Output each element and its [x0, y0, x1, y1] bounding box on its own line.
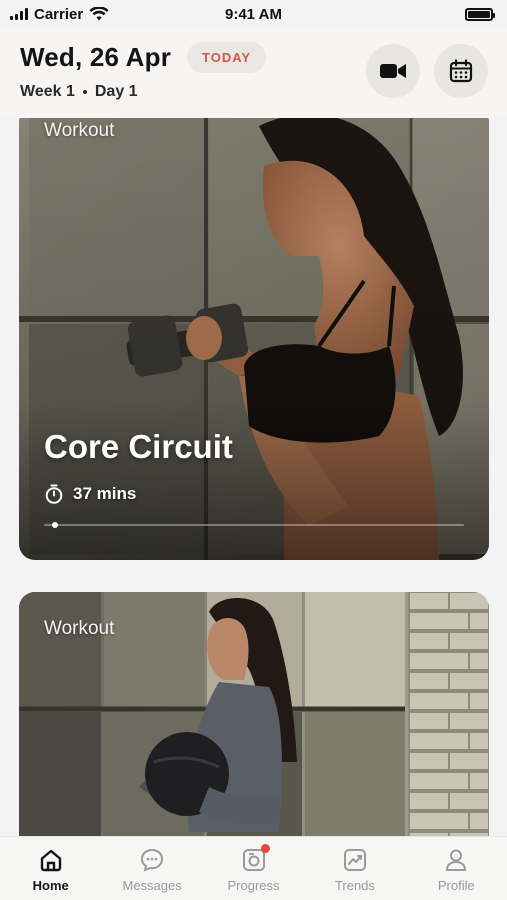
card-category: Workout: [44, 618, 115, 639]
workout-card[interactable]: Workout Core Circuit 37 mins: [19, 118, 489, 560]
home-icon: [40, 849, 61, 872]
card-category: Workout: [44, 120, 115, 141]
tab-label: Messages: [122, 878, 182, 893]
tab-trends[interactable]: Trends: [304, 837, 405, 900]
signal-icon: [10, 8, 28, 20]
tab-label: Trends: [334, 878, 375, 893]
chat-bubble-icon: [141, 848, 164, 872]
progress-bar: [44, 522, 464, 528]
day-label: Day 1: [94, 83, 138, 100]
calendar-button[interactable]: [434, 44, 488, 98]
date-title: Wed, 26 Apr: [20, 42, 172, 72]
person-icon: [446, 849, 467, 871]
duration-label: 37 mins: [73, 484, 137, 503]
tab-label: Progress: [227, 878, 280, 893]
separator-dot: [82, 90, 87, 94]
video-button[interactable]: [366, 44, 420, 98]
carrier-label: Carrier: [34, 5, 84, 23]
card-title: Core Circuit: [44, 428, 233, 465]
clock: 9:41 AM: [225, 5, 282, 23]
week-label: Week 1: [20, 83, 75, 100]
tab-profile[interactable]: Profile: [406, 837, 507, 900]
progress-icon-wrap: [241, 844, 270, 873]
tab-label: Home: [32, 878, 69, 893]
video-camera-icon: [380, 64, 406, 78]
status-left: Carrier: [10, 6, 109, 23]
today-button[interactable]: TODAY: [187, 42, 267, 73]
date-row: Wed, 26 Apr TODAY: [20, 42, 267, 73]
battery-icon: [465, 7, 495, 21]
trend-chart-icon: [343, 849, 366, 871]
tab-home[interactable]: Home: [0, 837, 101, 900]
tab-messages[interactable]: Messages: [101, 837, 202, 900]
workout-feed[interactable]: Workout Core Circuit 37 mins Workout: [0, 118, 507, 836]
header: Wed, 26 Apr TODAY Week 1 Day 1: [0, 28, 507, 118]
tab-bar: Home Messages Progress Trends Profile: [0, 836, 507, 900]
notification-badge: [260, 844, 270, 853]
tab-label: Profile: [437, 878, 475, 893]
wifi-icon: [89, 7, 109, 21]
calendar-icon: [449, 59, 473, 83]
tab-progress[interactable]: Progress: [203, 837, 304, 900]
week-day-label: Week 1 Day 1: [20, 83, 138, 101]
workout-card[interactable]: Workout: [19, 592, 489, 836]
card-duration: 37 mins: [44, 484, 136, 504]
status-bar: Carrier 9:41 AM: [0, 0, 507, 28]
stopwatch-icon: [45, 484, 63, 504]
